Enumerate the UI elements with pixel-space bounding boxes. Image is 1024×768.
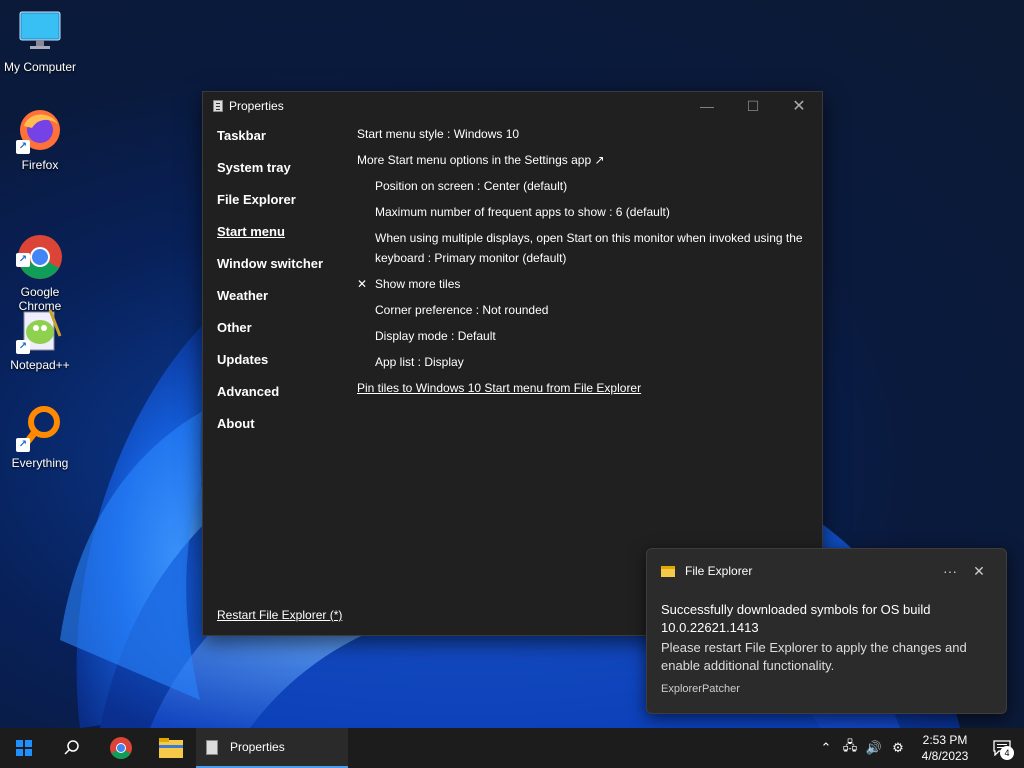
toast-message: Please restart File Explorer to apply th… <box>661 640 967 673</box>
restart-file-explorer-link[interactable]: Restart File Explorer (*) <box>217 608 342 622</box>
desktop-icon-firefox[interactable]: ↗ Firefox <box>0 106 80 172</box>
nav-item-start-menu[interactable]: Start menu <box>217 224 347 256</box>
toast-title: Successfully downloaded symbols for OS b… <box>661 602 931 635</box>
notification-toast[interactable]: File Explorer ··· ✕ Successfully downloa… <box>646 548 1007 714</box>
nav-item-about[interactable]: About <box>217 416 347 448</box>
nav-item-taskbar[interactable]: Taskbar <box>217 128 347 160</box>
firefox-icon: ↗ <box>16 106 64 154</box>
taskbar: Properties ⌃ 🖧 🔊 ⚙ 2:53 PM 4/8/2023 4 <box>0 728 1024 768</box>
nav-item-weather[interactable]: Weather <box>217 288 347 320</box>
more-start-options-link[interactable]: More Start menu options in the Settings … <box>357 150 807 170</box>
taskbar-file-explorer-button[interactable] <box>146 728 196 768</box>
start-menu-style-option[interactable]: Start menu style : Windows 10 <box>357 124 807 144</box>
shortcut-arrow-icon: ↗ <box>16 340 30 354</box>
shortcut-arrow-icon: ↗ <box>16 253 30 267</box>
gear-icon[interactable]: ⚙ <box>886 740 910 756</box>
desktop-icon-label: My Computer <box>3 60 77 74</box>
monitor-icon <box>16 8 64 56</box>
chevron-up-icon[interactable]: ⌃ <box>814 740 838 756</box>
toast-attribution: ExplorerPatcher <box>661 683 740 695</box>
max-frequent-apps-option[interactable]: Maximum number of frequent apps to show … <box>357 202 807 222</box>
settings-sidebar: Taskbar System tray File Explorer Start … <box>217 128 347 448</box>
notification-center-button[interactable]: 4 <box>980 728 1024 768</box>
multiple-displays-option[interactable]: When using multiple displays, open Start… <box>357 228 807 268</box>
nav-item-file-explorer[interactable]: File Explorer <box>217 192 347 224</box>
clock-date: 4/8/2023 <box>921 749 969 763</box>
toast-app-name: File Explorer <box>685 564 753 578</box>
windows-logo-icon <box>16 740 32 756</box>
nav-item-advanced[interactable]: Advanced <box>217 384 347 416</box>
properties-app-icon <box>206 739 218 755</box>
position-on-screen-option[interactable]: Position on screen : Center (default) <box>357 176 807 196</box>
folder-icon <box>159 738 183 758</box>
taskbar-app-label: Properties <box>230 740 285 754</box>
desktop-icon-notepadpp[interactable]: ↗ Notepad++ <box>0 306 80 372</box>
nav-item-other[interactable]: Other <box>217 320 347 352</box>
taskbar-chrome-button[interactable] <box>96 728 146 768</box>
window-titlebar[interactable]: Properties — ☐ ✕ <box>203 92 822 120</box>
everything-search-icon: ↗ <box>16 404 64 452</box>
nav-item-window-switcher[interactable]: Window switcher <box>217 256 347 288</box>
taskbar-properties-button[interactable]: Properties <box>196 728 348 768</box>
nav-item-system-tray[interactable]: System tray <box>217 160 347 192</box>
pin-tiles-link[interactable]: Pin tiles to Windows 10 Start menu from … <box>357 378 807 398</box>
window-title: Properties <box>229 99 284 113</box>
desktop-icon-label: Firefox <box>21 158 59 172</box>
clock-time: 2:53 PM <box>922 733 968 747</box>
search-icon <box>64 740 79 755</box>
volume-icon[interactable]: 🔊 <box>862 740 886 756</box>
notification-count-badge: 4 <box>1000 746 1014 760</box>
clock[interactable]: 2:53 PM 4/8/2023 <box>910 732 980 764</box>
network-icon[interactable]: 🖧 <box>838 737 862 759</box>
properties-app-icon <box>213 100 223 112</box>
start-menu-settings: Start menu style : Windows 10 More Start… <box>357 124 807 404</box>
toast-close-icon[interactable]: ✕ <box>966 563 992 580</box>
checked-x-icon: ✕ <box>357 277 368 291</box>
search-button[interactable] <box>48 728 96 768</box>
notepadpp-icon: ↗ <box>16 306 64 354</box>
start-button[interactable] <box>0 728 48 768</box>
close-button[interactable]: ✕ <box>776 92 822 120</box>
minimize-button[interactable]: — <box>684 92 730 120</box>
desktop-icon-my-computer[interactable]: My Computer <box>0 8 80 74</box>
more-options-icon[interactable]: ··· <box>934 563 966 579</box>
shortcut-arrow-icon: ↗ <box>16 140 30 154</box>
show-more-tiles-label: Show more tiles <box>375 277 461 291</box>
desktop-icon-everything[interactable]: ↗ Everything <box>0 404 80 470</box>
display-mode-option[interactable]: Display mode : Default <box>357 326 807 346</box>
chrome-icon <box>110 737 132 759</box>
system-tray: ⌃ 🖧 🔊 ⚙ 2:53 PM 4/8/2023 4 <box>814 728 1024 768</box>
desktop-icon-label: Everything <box>11 456 69 470</box>
desktop-icon-label: Notepad++ <box>10 358 70 372</box>
nav-item-updates[interactable]: Updates <box>217 352 347 384</box>
corner-preference-option[interactable]: Corner preference : Not rounded <box>357 300 807 320</box>
show-more-tiles-toggle[interactable]: ✕ Show more tiles <box>357 274 807 294</box>
chrome-icon: ↗ <box>16 219 64 279</box>
app-list-option[interactable]: App list : Display <box>357 352 807 372</box>
folder-icon <box>661 565 675 577</box>
shortcut-arrow-icon: ↗ <box>16 438 30 452</box>
maximize-button[interactable]: ☐ <box>730 92 776 120</box>
